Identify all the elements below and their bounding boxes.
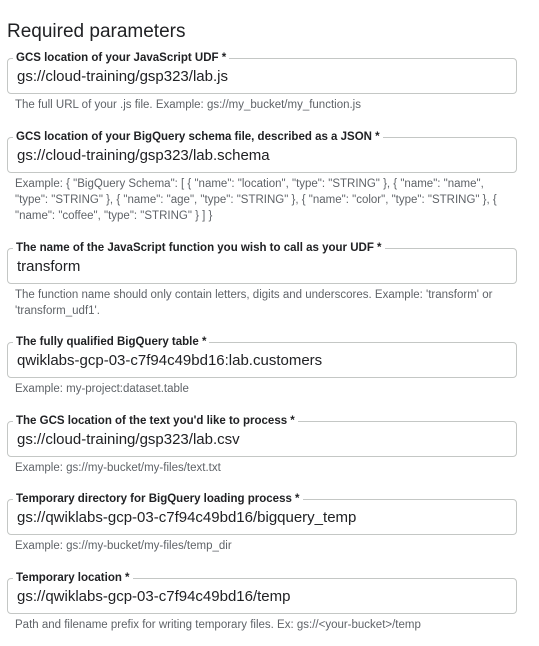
schema-location-label: GCS location of your BigQuery schema fil… — [13, 130, 383, 144]
text-location-helper: Example: gs://my-bucket/my-files/text.tx… — [15, 462, 221, 474]
bigquery-table-helper: Example: my-project:dataset.table — [15, 383, 189, 395]
udf-location-helper: The full URL of your .js file. Example: … — [15, 99, 361, 111]
temp-location-input[interactable] — [17, 587, 507, 606]
function-name-input[interactable] — [17, 257, 507, 276]
udf-location-label: GCS location of your JavaScript UDF * — [13, 51, 230, 65]
schema-location-input[interactable] — [17, 146, 507, 165]
bigquery-temp-dir-label: Temporary directory for BigQuery loading… — [13, 492, 303, 506]
bigquery-table-input[interactable] — [17, 351, 507, 370]
function-name-helper: The function name should only contain le… — [15, 289, 493, 317]
udf-location-input[interactable] — [17, 67, 507, 86]
function-name-label: The name of the JavaScript function you … — [13, 241, 385, 255]
section-title: Required parameters — [7, 21, 186, 42]
text-location-label: The GCS location of the text you'd like … — [13, 414, 298, 428]
bigquery-table-label: The fully qualified BigQuery table * — [13, 335, 210, 349]
bigquery-temp-dir-helper: Example: gs://my-bucket/my-files/temp_di… — [15, 540, 232, 552]
bigquery-temp-dir-input[interactable] — [17, 508, 507, 527]
schema-location-helper: Example: { "BigQuery Schema": [ { "name"… — [15, 178, 497, 222]
temp-location-helper: Path and filename prefix for writing tem… — [15, 619, 421, 631]
text-location-input[interactable] — [17, 430, 507, 449]
temp-location-label: Temporary location * — [13, 571, 133, 585]
